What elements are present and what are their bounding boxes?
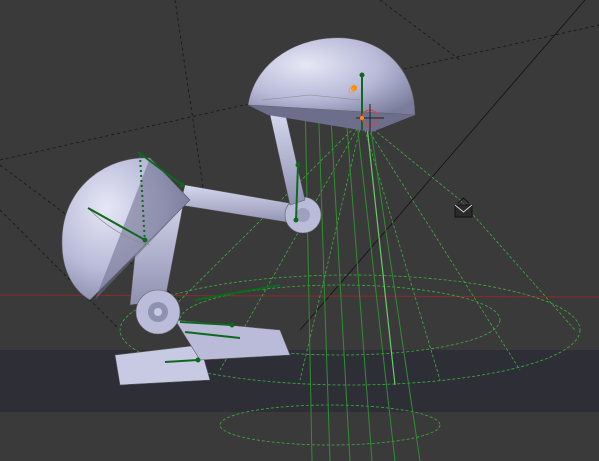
object-origin-icon[interactable]: [360, 116, 364, 120]
3d-viewport[interactable]: α: [0, 0, 599, 461]
envelope-icon[interactable]: [454, 197, 473, 218]
scene-canvas[interactable]: α: [0, 0, 599, 461]
ground-plane: [0, 350, 599, 412]
spot-light-label: α: [348, 83, 355, 96]
